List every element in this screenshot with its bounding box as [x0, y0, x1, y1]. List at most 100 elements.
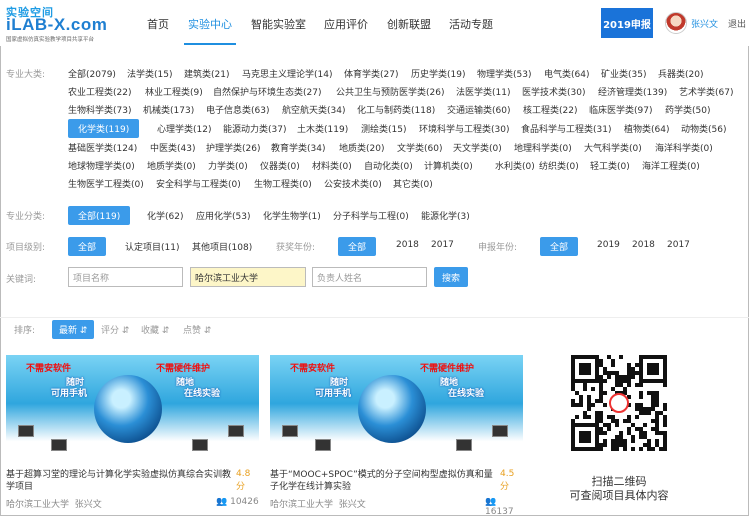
major-category-item[interactable]: 体育学类(27): [344, 67, 398, 80]
major-category-item[interactable]: 文学类(60): [397, 141, 442, 154]
major-category-item[interactable]: 药学类(50): [665, 103, 710, 116]
nav-evaluation[interactable]: 应用评价: [324, 16, 368, 32]
nav-events[interactable]: 活动专题: [449, 16, 493, 32]
major-category-item[interactable]: 建筑类(21): [184, 67, 229, 80]
major-category-item[interactable]: 纺织类(0): [539, 159, 579, 172]
major-category-item[interactable]: 交通运输类(60): [447, 103, 510, 116]
award-year-item[interactable]: 全部: [338, 237, 377, 256]
major-category-item[interactable]: 医学技术类(30): [522, 85, 585, 98]
logout-link[interactable]: 退出: [728, 17, 746, 30]
subcategory-item[interactable]: 化学(62): [147, 209, 183, 222]
major-category-item[interactable]: 物理学类(53): [477, 67, 531, 80]
major-category-item[interactable]: 地球物理学类(0): [68, 159, 135, 172]
project-card[interactable]: 不需安软件 不需硬件维护 随时 随地 可用手机 在线实验 基于“MOOC+SPO…: [270, 355, 523, 517]
major-category-item[interactable]: 生物科学类(73): [68, 103, 131, 116]
major-category-item[interactable]: 马克思主义理论学(14): [242, 67, 332, 80]
sort-latest-button[interactable]: 最新 ⇵: [52, 320, 95, 339]
major-category-item[interactable]: 艺术学类(67): [679, 85, 733, 98]
project-thumbnail[interactable]: 不需安软件 不需硬件维护 随时 随地 可用手机 在线实验: [270, 355, 523, 463]
major-category-item[interactable]: 航空航天类(34): [282, 103, 345, 116]
apply-year-item[interactable]: 2017: [667, 240, 690, 250]
sort-by-likes[interactable]: 点赞 ⇵: [183, 323, 211, 336]
major-category-item[interactable]: 环境科学与工程类(30): [419, 122, 509, 135]
major-category-item[interactable]: 土木类(119): [297, 122, 348, 135]
major-category-item[interactable]: 力学类(0): [208, 159, 248, 172]
major-category-item[interactable]: 化学类(119): [68, 119, 140, 138]
major-category-item[interactable]: 天文学类(0): [453, 141, 502, 154]
major-category-item[interactable]: 林业工程类(9): [145, 85, 203, 98]
level-item[interactable]: 其他项目(108): [192, 240, 252, 253]
major-category-item[interactable]: 经济管理类(139): [598, 85, 667, 98]
major-category-item[interactable]: 计算机类(0): [424, 159, 473, 172]
nav-lab-center[interactable]: 实验中心: [188, 16, 232, 32]
search-button[interactable]: 搜索: [434, 267, 468, 287]
project-title[interactable]: 基于超算习堂的理论与计算化学实验虚拟仿真综合实训教学项目: [6, 469, 234, 493]
major-category-item[interactable]: 生物工程类(0): [254, 177, 312, 190]
sort-by-score[interactable]: 评分 ⇵: [101, 323, 129, 336]
level-item[interactable]: 认定项目(11): [125, 240, 179, 253]
major-category-item[interactable]: 植物类(64): [624, 122, 669, 135]
major-category-item[interactable]: 地理科学类(0): [514, 141, 572, 154]
award-year-item[interactable]: 2018: [396, 240, 419, 250]
major-category-item[interactable]: 材料类(0): [312, 159, 352, 172]
major-category-item[interactable]: 测绘类(15): [361, 122, 406, 135]
major-category-item[interactable]: 临床医学类(97): [589, 103, 652, 116]
major-category-item[interactable]: 其它类(0): [393, 177, 433, 190]
major-category-item[interactable]: 大气科学类(0): [584, 141, 642, 154]
major-category-item[interactable]: 仪器类(0): [260, 159, 300, 172]
major-category-item[interactable]: 公共卫生与预防医学类(26): [336, 85, 444, 98]
major-category-item[interactable]: 食品科学与工程类(31): [521, 122, 611, 135]
award-year-item[interactable]: 2017: [431, 240, 454, 250]
major-category-item[interactable]: 法学类(15): [127, 67, 172, 80]
major-category-item[interactable]: 农业工程类(22): [68, 85, 131, 98]
subcategory-item[interactable]: 全部(119): [68, 206, 131, 225]
apply-year-item[interactable]: 2018: [632, 240, 655, 250]
major-category-item[interactable]: 自然保护与环境生态类(27): [213, 85, 321, 98]
school-input[interactable]: 哈尔滨工业大学: [190, 267, 306, 287]
major-category-item[interactable]: 水利类(0): [495, 159, 535, 172]
major-category-item[interactable]: 安全科学与工程类(0): [156, 177, 241, 190]
major-category-item[interactable]: 地质学类(0): [147, 159, 196, 172]
level-item[interactable]: 全部: [68, 237, 107, 256]
major-category-item[interactable]: 生物医学工程类(0): [68, 177, 144, 190]
major-category-item[interactable]: 能源动力类(37): [223, 122, 286, 135]
apply-2019-button[interactable]: 2019申报: [601, 8, 653, 38]
major-category-item[interactable]: 机械类(173): [143, 103, 194, 116]
major-category-item[interactable]: 地质类(20): [339, 141, 384, 154]
project-title[interactable]: 基于“MOOC+SPOC”模式的分子空间构型虚拟仿真和量子化学在线计算实验: [270, 469, 498, 493]
major-category-item[interactable]: 基础医学类(124): [68, 141, 137, 154]
project-thumbnail[interactable]: 不需安软件 不需硬件维护 随时 随地 可用手机 在线实验: [6, 355, 259, 463]
major-category-item[interactable]: 电气类(64): [544, 67, 589, 80]
major-category-item[interactable]: 法医学类(11): [456, 85, 510, 98]
major-category-item[interactable]: 全部(2079): [68, 67, 116, 80]
avatar[interactable]: [665, 12, 687, 34]
major-category-item[interactable]: 电子信息类(63): [206, 103, 269, 116]
major-category-item[interactable]: 轻工类(0): [590, 159, 630, 172]
major-category-item[interactable]: 中医类(43): [150, 141, 195, 154]
apply-year-item[interactable]: 全部: [540, 237, 579, 256]
project-card[interactable]: 不需安软件 不需硬件维护 随时 随地 可用手机 在线实验 基于超算习堂的理论与计…: [6, 355, 259, 515]
nav-alliance[interactable]: 创新联盟: [387, 16, 431, 32]
project-name-input[interactable]: 项目名称: [68, 267, 183, 287]
major-category-item[interactable]: 护理学类(26): [206, 141, 260, 154]
major-category-item[interactable]: 动物类(56): [681, 122, 726, 135]
subcategory-item[interactable]: 分子科学与工程(0): [333, 209, 409, 222]
major-category-item[interactable]: 兵器类(20): [658, 67, 703, 80]
major-category-item[interactable]: 公安技术类(0): [324, 177, 382, 190]
major-category-item[interactable]: 心理学类(12): [157, 122, 211, 135]
subcategory-item[interactable]: 应用化学(53): [196, 209, 250, 222]
major-category-item[interactable]: 海洋工程类(0): [642, 159, 700, 172]
major-category-item[interactable]: 历史学类(19): [411, 67, 465, 80]
site-logo[interactable]: 实验空间 iLAB-X.com 国家虚拟仿真实验教学项目共享平台: [6, 4, 130, 43]
major-category-item[interactable]: 核工程类(22): [523, 103, 577, 116]
leader-name-input[interactable]: 负责人姓名: [312, 267, 427, 287]
major-category-item[interactable]: 自动化类(0): [364, 159, 413, 172]
sort-by-favorites[interactable]: 收藏 ⇵: [141, 323, 169, 336]
subcategory-item[interactable]: 化学生物学(1): [263, 209, 321, 222]
subcategory-item[interactable]: 能源化学(3): [421, 209, 470, 222]
major-category-item[interactable]: 化工与制药类(118): [357, 103, 435, 116]
nav-home[interactable]: 首页: [147, 16, 169, 32]
major-category-item[interactable]: 海洋科学类(0): [655, 141, 713, 154]
major-category-item[interactable]: 教育学类(34): [271, 141, 325, 154]
major-category-item[interactable]: 矿业类(35): [601, 67, 646, 80]
